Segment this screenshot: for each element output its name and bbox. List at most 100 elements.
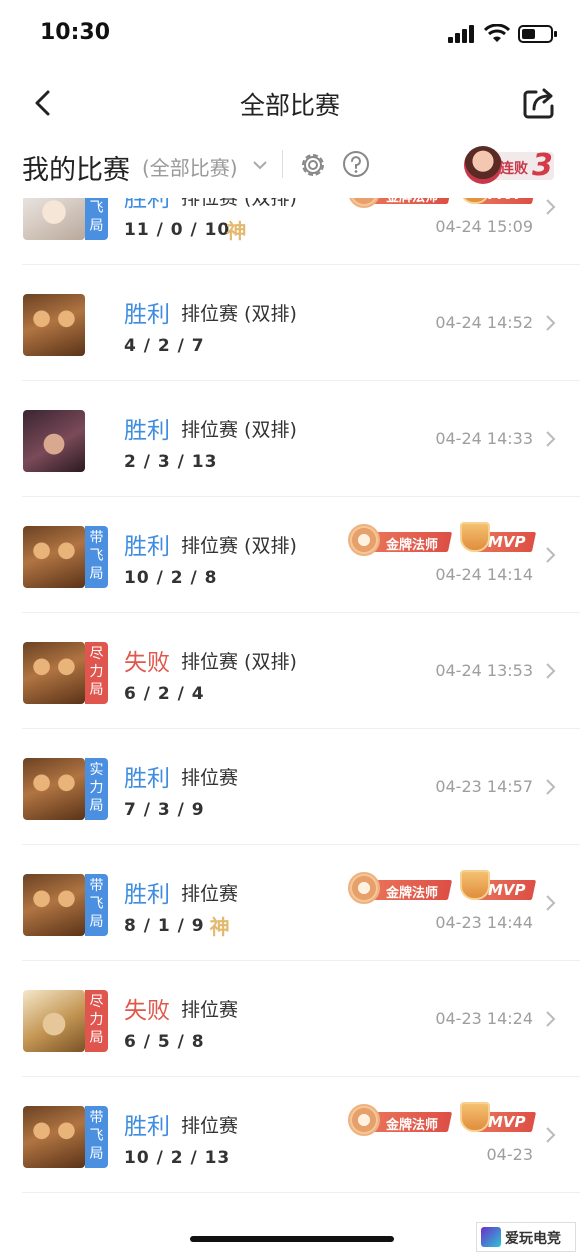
trophy-icon <box>460 1102 490 1132</box>
kda-score: 4 / 2 / 7 <box>124 336 205 356</box>
match-result: 胜利 <box>124 302 170 328</box>
hero-avatar <box>23 758 85 820</box>
hero-avatar <box>23 874 85 936</box>
trophy-icon <box>460 870 490 900</box>
match-row[interactable]: 带飞局胜利 排位赛 8 / 1 / 9 神 金牌法师 MVP 04-23 14:44 <box>0 845 580 961</box>
match-result: 胜利 <box>124 418 170 444</box>
gold-mage-medal: 金牌法师 <box>348 1104 453 1136</box>
gold-mage-medal: 金牌法师 <box>348 872 453 904</box>
streak-avatar <box>464 146 502 184</box>
match-result: 胜利 <box>124 766 170 792</box>
mvp-badge: MVP <box>460 1102 537 1136</box>
battery-icon <box>518 25 557 43</box>
hero-avatar <box>23 990 85 1052</box>
kda-score: 8 / 1 / 9 <box>124 916 205 936</box>
match-result: 失败 <box>124 650 170 676</box>
status-time: 10:30 <box>40 20 111 45</box>
mvp-label: MVP <box>488 1113 526 1131</box>
match-time: 04-23 14:24 <box>435 1009 533 1028</box>
kda-score: 7 / 3 / 9 <box>124 800 205 820</box>
medal-label: 金牌法师 <box>386 538 439 553</box>
nav-bar: 全部比赛 <box>0 70 580 136</box>
filter-label[interactable]: (全部比赛) <box>142 152 238 181</box>
watermark-text: 爱玩电竞 <box>505 1231 561 1247</box>
chevron-right-icon <box>546 315 556 331</box>
share-icon[interactable] <box>522 86 556 120</box>
kda-score: 6 / 2 / 4 <box>124 684 205 704</box>
chevron-right-icon <box>546 199 556 215</box>
match-mode: 排位赛 <box>181 767 239 789</box>
match-result: 失败 <box>124 998 170 1024</box>
status-icons <box>448 24 558 44</box>
kda-score: 11 / 0 / 10 <box>124 220 231 240</box>
medal-label: 金牌法师 <box>386 886 439 901</box>
hero-avatar <box>23 1106 85 1168</box>
match-time: 04-23 14:44 <box>435 913 533 932</box>
divider <box>282 150 283 178</box>
losing-streak-badge: 连败 3 <box>462 146 556 186</box>
medal-label: 金牌法师 <box>386 1118 439 1133</box>
gear-icon[interactable] <box>298 150 328 180</box>
chevron-right-icon <box>546 1011 556 1027</box>
chevron-down-icon[interactable] <box>251 156 269 174</box>
match-time: 04-23 <box>486 1145 534 1164</box>
trophy-icon <box>460 522 490 552</box>
performance-badge: 实力局 <box>85 758 108 820</box>
medal-icon <box>348 1104 380 1136</box>
god-mark: 神 <box>226 219 247 243</box>
hero-avatar <box>23 526 85 588</box>
match-row[interactable]: 尽力局失败 排位赛 (双排) 6 / 2 / 4 04-24 13:53 <box>0 613 580 729</box>
match-time: 04-23 14:57 <box>435 777 533 796</box>
chevron-right-icon <box>546 779 556 795</box>
match-mode: 排位赛 <box>181 883 239 905</box>
status-bar: 10:30 <box>0 0 580 70</box>
match-row[interactable]: 胜利 排位赛 (双排) 4 / 2 / 7 04-24 14:52 <box>0 265 580 381</box>
match-row[interactable]: 带飞局胜利 排位赛 (双排) 10 / 2 / 8 金牌法师 MVP 04-24 14:1… <box>0 497 580 613</box>
match-mode: 排位赛 (双排) <box>181 303 297 325</box>
chevron-right-icon <box>546 547 556 563</box>
list-header: 我的比赛 (全部比赛) 连败 3 <box>0 136 580 198</box>
gold-mage-medal: 金牌法师 <box>348 524 453 556</box>
match-mode: 排位赛 (双排) <box>181 651 297 673</box>
match-mode: 排位赛 <box>181 999 239 1021</box>
hero-avatar <box>23 642 85 704</box>
match-row[interactable]: 带飞局胜利 排位赛 10 / 2 / 13 金牌法师 MVP 04-23 <box>0 1077 580 1193</box>
match-mode: 排位赛 (双排) <box>181 535 297 557</box>
match-rows: 局14 / 3 / 15神04-24 15:20带飞局胜利排位赛 (双排)11 … <box>0 136 580 1193</box>
performance-badge: 带飞局 <box>85 1106 108 1168</box>
mvp-label: MVP <box>488 533 526 551</box>
mvp-label: MVP <box>488 881 526 899</box>
performance-badge: 尽力局 <box>85 990 108 1052</box>
match-result: 胜利 <box>124 1114 170 1140</box>
watermark-logo <box>481 1227 501 1247</box>
god-mark: 神 <box>209 915 230 939</box>
match-time: 04-24 13:53 <box>435 661 533 680</box>
match-time: 04-24 14:52 <box>435 313 533 332</box>
performance-badge: 带飞局 <box>85 526 108 588</box>
medal-icon <box>348 524 380 556</box>
streak-label: 连败 <box>500 161 528 177</box>
page-title: 全部比赛 <box>239 91 340 120</box>
hero-avatar <box>23 410 85 472</box>
section-title: 我的比赛 <box>22 155 130 186</box>
watermark: 爱玩电竞 <box>476 1222 576 1252</box>
match-row[interactable]: 胜利 排位赛 (双排) 2 / 3 / 13 04-24 14:33 <box>0 381 580 497</box>
help-icon[interactable] <box>342 150 370 178</box>
kda-score: 10 / 2 / 8 <box>124 568 218 588</box>
match-time: 04-24 15:09 <box>435 217 533 236</box>
match-result: 胜利 <box>124 534 170 560</box>
hero-avatar <box>23 294 85 356</box>
home-indicator <box>190 1236 394 1242</box>
wifi-icon <box>484 24 510 42</box>
match-list: 局14 / 3 / 15神04-24 15:20带飞局胜利排位赛 (双排)11 … <box>0 136 580 1256</box>
medal-icon <box>348 872 380 904</box>
mvp-badge: MVP <box>460 870 537 904</box>
match-result: 胜利 <box>124 882 170 908</box>
match-row[interactable]: 实力局胜利 排位赛 7 / 3 / 9 04-23 14:57 <box>0 729 580 845</box>
kda-score: 10 / 2 / 13 <box>124 1148 231 1168</box>
kda-score: 6 / 5 / 8 <box>124 1032 205 1052</box>
chevron-right-icon <box>546 895 556 911</box>
match-row[interactable]: 尽力局失败 排位赛 6 / 5 / 8 04-23 14:24 <box>0 961 580 1077</box>
match-time: 04-24 14:33 <box>435 429 533 448</box>
chevron-right-icon <box>546 1127 556 1143</box>
